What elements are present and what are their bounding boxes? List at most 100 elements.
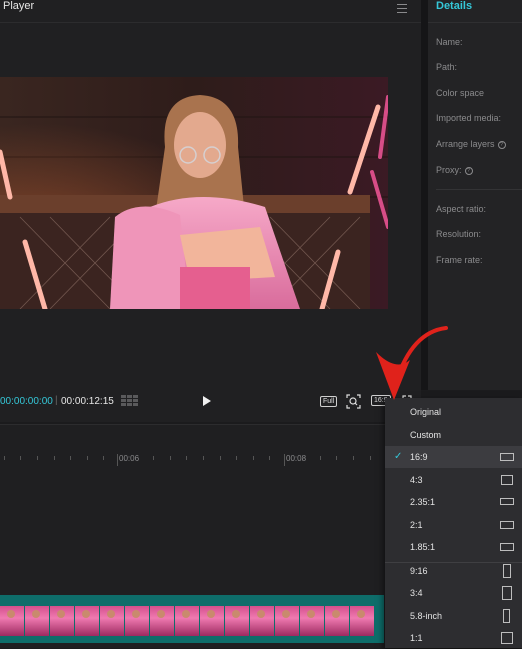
- ruler-tick: [153, 456, 154, 460]
- menu-item-label: 1.85:1: [410, 542, 436, 552]
- clip-thumbnail: [275, 606, 299, 636]
- detail-proxy-label: Proxy:: [436, 165, 462, 175]
- portrait-ratio-icon: [503, 609, 510, 623]
- detail-path-label: Path:: [436, 62, 458, 72]
- menu-item-2-1[interactable]: 2:1: [385, 514, 522, 536]
- clip-thumbnail: [100, 606, 124, 636]
- ruler-label-0006: 00:06: [119, 454, 140, 463]
- clip-thumbnail: [250, 606, 274, 636]
- panel-divider[interactable]: [421, 0, 428, 390]
- current-timecode: 00:00:00:00: [0, 396, 53, 407]
- menu-item-label: Custom: [410, 430, 442, 440]
- clip-thumbnail: [150, 606, 174, 636]
- clip-thumbnail: [25, 606, 49, 636]
- ruler-tick: [253, 456, 254, 460]
- portrait-ratio-icon: [503, 564, 511, 578]
- player-controls: 00:00:00:00 | 00:00:12:15 Full 16:9: [0, 388, 421, 416]
- menu-item-3-4[interactable]: 3:4: [385, 582, 522, 604]
- clip-thumbnail: [75, 606, 99, 636]
- ruler-major-tick: [117, 454, 118, 466]
- menu-item-9-16[interactable]: 9:16: [385, 560, 522, 582]
- clip-thumbnail: [300, 606, 324, 636]
- ruler-tick: [4, 456, 5, 460]
- menu-item-label: 9:16: [410, 566, 428, 576]
- landscape-ratio-icon: [500, 521, 514, 529]
- play-icon[interactable]: [203, 396, 211, 406]
- timecode-separator-icon: |: [55, 395, 58, 406]
- info-icon[interactable]: ?: [497, 141, 506, 149]
- menu-item-1-85-1[interactable]: 1.85:1: [385, 536, 522, 558]
- player-panel: Player 00:00:00:00 | 00:00:12:15 Full 16…: [0, 0, 421, 422]
- grid-icon[interactable]: [121, 395, 139, 407]
- timeline-ruler[interactable]: 00:06 00:08: [0, 454, 390, 466]
- video-track-clip[interactable]: [0, 595, 384, 643]
- menu-item-label: 2:1: [410, 520, 423, 530]
- ruler-tick: [37, 456, 38, 460]
- ruler-tick: [20, 456, 21, 460]
- ruler-tick: [269, 456, 270, 460]
- landscape-ratio-icon: [500, 543, 514, 551]
- clip-thumbnail: [125, 606, 149, 636]
- ruler-tick: [170, 456, 171, 460]
- clip-thumbnail: [325, 606, 349, 636]
- ruler-tick: [54, 456, 55, 460]
- details-title: Details: [436, 0, 473, 12]
- menu-item-label: Original: [410, 407, 442, 417]
- ruler-tick: [220, 456, 221, 460]
- menu-item-original[interactable]: Original: [385, 401, 522, 423]
- clip-thumbnail: [350, 606, 374, 636]
- landscape-ratio-icon: [501, 475, 513, 485]
- portrait-ratio-icon: [502, 586, 512, 600]
- menu-item-label: 3:4: [410, 588, 423, 598]
- clip-thumbnails: [0, 606, 384, 636]
- detail-name-label: Name:: [436, 37, 463, 47]
- detail-imported-media-label: Imported media:: [436, 113, 502, 123]
- menu-item-label: 1:1: [410, 633, 423, 643]
- video-preview[interactable]: [0, 77, 388, 309]
- zoom-fit-icon[interactable]: [346, 394, 361, 409]
- ruler-tick: [320, 456, 321, 460]
- menu-item-5-8-inch[interactable]: 5.8-inch: [385, 605, 522, 627]
- ruler-tick: [87, 456, 88, 460]
- details-panel: Details Name: Path: Color space Imported…: [428, 0, 522, 390]
- menu-item-label: 2.35:1: [410, 497, 436, 507]
- menu-item-1-1[interactable]: 1:1: [385, 627, 522, 649]
- ruler-tick: [370, 456, 371, 460]
- landscape-ratio-icon: [500, 453, 514, 461]
- aspect-ratio-menu: Original Custom ✓ 16:9 4:3 2.35:1 2:1 1.…: [385, 398, 522, 648]
- menu-item-custom[interactable]: Custom: [385, 424, 522, 446]
- clip-thumbnail: [50, 606, 74, 636]
- ruler-tick: [103, 456, 104, 460]
- detail-proxy-row: Proxy:?: [436, 165, 473, 175]
- info-icon[interactable]: ?: [464, 167, 473, 175]
- detail-arrange-layers-row: Arrange layers?: [436, 139, 506, 149]
- menu-item-label: 16:9: [410, 452, 428, 462]
- detail-resolution-label: Resolution:: [436, 229, 482, 239]
- detail-color-space-label: Color space: [436, 88, 485, 98]
- clip-thumbnail: [0, 606, 24, 636]
- clip-thumbnail: [200, 606, 224, 636]
- details-header-line: [428, 22, 522, 23]
- checkmark-icon: ✓: [394, 451, 403, 462]
- menu-item-4-3[interactable]: 4:3: [385, 469, 522, 491]
- clip-thumbnail: [225, 606, 249, 636]
- menu-item-16-9[interactable]: ✓ 16:9: [385, 446, 522, 468]
- landscape-ratio-icon: [500, 498, 514, 505]
- detail-aspect-ratio-label: Aspect ratio:: [436, 204, 487, 214]
- full-button[interactable]: Full: [320, 396, 338, 407]
- detail-arrange-layers-label: Arrange layers: [436, 139, 495, 149]
- ruler-tick: [203, 456, 204, 460]
- total-timecode: 00:00:12:15: [61, 396, 114, 407]
- square-ratio-icon: [501, 632, 513, 644]
- menu-item-label: 4:3: [410, 475, 423, 485]
- video-frame-image: [0, 77, 388, 309]
- player-header: Player: [0, 0, 421, 23]
- ruler-tick: [353, 456, 354, 460]
- ruler-major-tick: [284, 454, 285, 466]
- details-divider: [436, 189, 522, 190]
- ruler-tick: [186, 456, 187, 460]
- clip-thumbnail: [175, 606, 199, 636]
- hamburger-icon[interactable]: [397, 4, 407, 13]
- menu-item-2-35-1[interactable]: 2.35:1: [385, 491, 522, 513]
- detail-frame-rate-label: Frame rate:: [436, 255, 483, 265]
